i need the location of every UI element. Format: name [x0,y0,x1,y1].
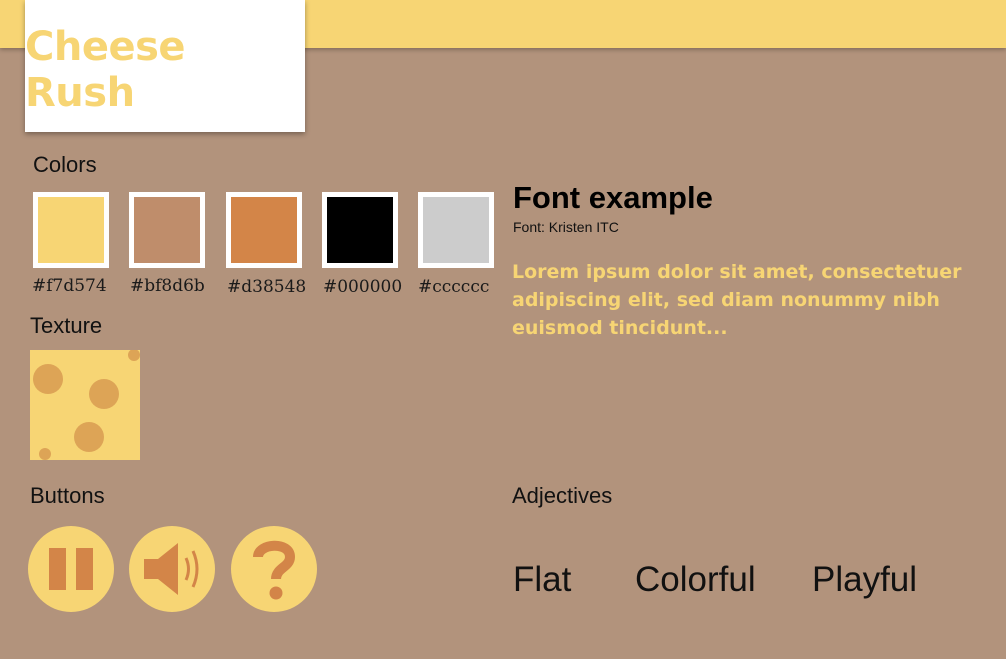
swatch-gray [418,192,494,268]
swatch-hex-label: #d38548 [227,277,307,297]
cheese-texture-icon [30,350,140,460]
logo-title: Cheese Rush [25,24,186,116]
texture-heading: Texture [30,313,103,338]
font-sample-text: Lorem ipsum dolor sit amet, consectetuer… [512,261,962,339]
pause-button[interactable] [28,526,114,612]
help-button[interactable] [231,526,317,612]
question-icon [253,540,296,600]
adjective-item: Playful [812,560,918,599]
logo-card: Cheese Rush [25,0,305,132]
swatch-hex-label: #f7d574 [32,276,107,296]
swatch-yellow [33,192,109,268]
swatch-orange [226,192,302,268]
adjective-item: Flat [513,560,572,599]
speaker-icon [144,543,199,595]
swatch-hex-label: #bf8d6b [130,276,205,296]
swatch-hex-label: #cccccc [418,277,490,297]
font-name-label: Font: Kristen ITC [513,219,619,235]
colors-heading: Colors [33,152,97,177]
buttons-heading: Buttons [30,483,105,508]
swatch-tan [129,192,205,268]
swatch-black [322,192,398,268]
swatch-hex-label: #000000 [323,277,403,297]
adjective-item: Colorful [635,560,756,599]
sound-button[interactable] [129,526,215,612]
adjectives-heading: Adjectives [512,483,613,508]
pause-icon [49,548,93,590]
font-example-title: Font example [513,180,713,215]
